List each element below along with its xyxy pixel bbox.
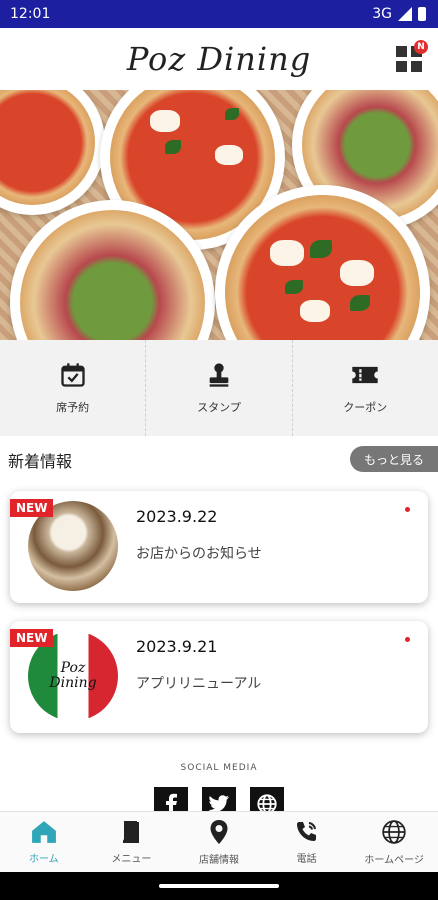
- status-time: 12:01: [10, 6, 51, 22]
- reservation-label: 席予約: [56, 401, 90, 414]
- news-text: アプリリニューアル: [136, 676, 262, 692]
- app-header: Poz Dining N: [0, 28, 438, 90]
- network-label: 3G: [372, 6, 392, 22]
- tab-label: ホーム: [28, 853, 59, 865]
- new-badge: NEW: [10, 499, 54, 517]
- stamp-icon: [209, 363, 229, 387]
- news-card[interactable]: NEW 2023.9.22 お店からのお知らせ: [10, 491, 428, 603]
- social-media-label: SOCIAL MEDIA: [180, 763, 258, 773]
- system-nav-bar: [0, 872, 438, 900]
- signal-icon: [398, 7, 412, 21]
- tab-label: 電話: [296, 853, 317, 865]
- battery-icon: [418, 7, 426, 21]
- home-icon: [31, 820, 56, 843]
- news-date: 2023.9.22: [136, 507, 218, 526]
- book-icon: [123, 820, 140, 843]
- news-header: 新着情報 もっと見る: [0, 436, 438, 480]
- bottom-tab-bar: ホーム メニュー 店舗情報 電話 ホームページ: [0, 811, 438, 872]
- tab-store-info[interactable]: 店舗情報: [175, 812, 263, 872]
- coupon-ticket-icon: [352, 366, 379, 384]
- news-title: 新着情報: [8, 452, 73, 471]
- more-button[interactable]: もっと見る: [350, 446, 438, 472]
- globe-icon: [382, 819, 406, 844]
- unread-dot: [405, 637, 410, 642]
- gesture-handle[interactable]: [159, 884, 279, 888]
- map-pin-icon: [210, 819, 228, 844]
- tab-phone[interactable]: 電話: [263, 812, 351, 872]
- app-screen: Poz Dining N 席予約 スタンプ クーポン 新着情報 もっと見る NE…: [0, 28, 438, 872]
- tab-label: メニュー: [111, 853, 152, 865]
- coupon-button[interactable]: クーポン: [293, 340, 438, 436]
- calendar-check-icon: [60, 363, 85, 387]
- tab-home[interactable]: ホーム: [0, 812, 88, 872]
- news-text: お店からのお知らせ: [136, 546, 262, 562]
- thumb-logo: Poz Dining: [49, 659, 97, 691]
- brand-logo: Poz Dining: [126, 40, 312, 78]
- news-card[interactable]: Poz Dining NEW 2023.9.21 アプリリニューアル: [10, 621, 428, 733]
- tab-label: 店舗情報: [198, 854, 239, 866]
- news-date: 2023.9.21: [136, 637, 218, 656]
- tab-menu[interactable]: メニュー: [88, 812, 176, 872]
- quick-nav: 席予約 スタンプ クーポン: [0, 340, 438, 436]
- phone-icon: [296, 821, 316, 841]
- status-bar: 12:01 3G: [0, 0, 438, 28]
- tab-homepage[interactable]: ホームページ: [350, 812, 438, 872]
- new-badge: NEW: [10, 629, 54, 647]
- coupon-label: クーポン: [343, 401, 388, 414]
- tab-label: ホームページ: [364, 854, 424, 866]
- reservation-button[interactable]: 席予約: [0, 340, 147, 436]
- hero-pizza-image: [0, 90, 438, 340]
- unread-dot: [405, 507, 410, 512]
- stamp-button[interactable]: スタンプ: [146, 340, 293, 436]
- menu-badge: N: [414, 40, 428, 54]
- stamp-label: スタンプ: [197, 401, 241, 414]
